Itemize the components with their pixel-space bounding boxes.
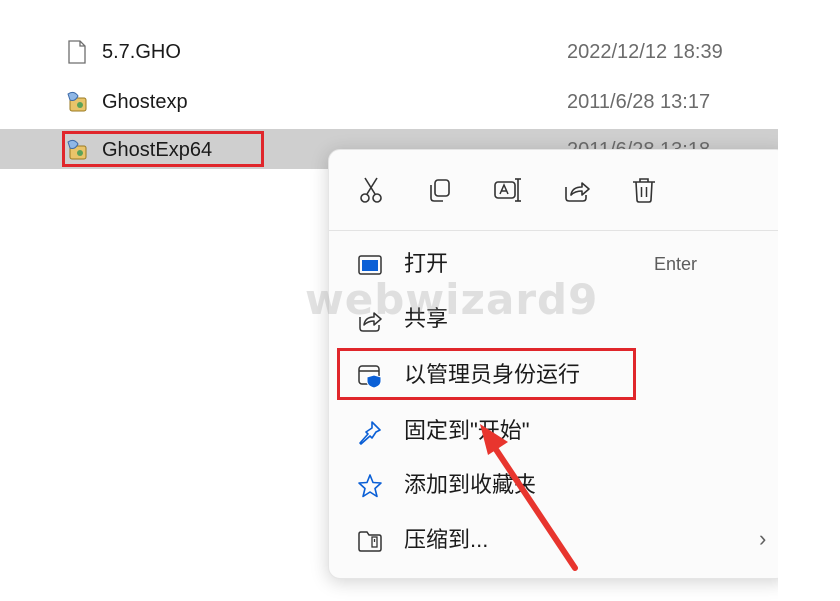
- pointer-arrow-annotation: [480, 424, 578, 571]
- window-edge: [778, 0, 840, 601]
- file-explorer: 5.7.GHO 2022/12/12 18:39 Ghostexp 2011/6…: [0, 0, 840, 601]
